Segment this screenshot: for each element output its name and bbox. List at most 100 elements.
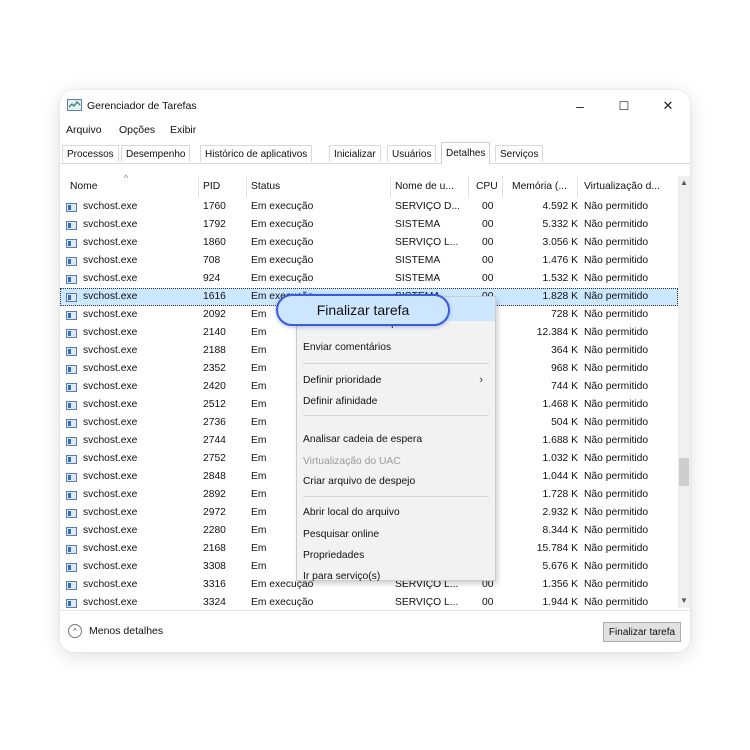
finalizar-tarefa-label: Finalizar tarefa xyxy=(316,302,410,318)
menu-arquivo[interactable]: Arquivo xyxy=(66,124,102,136)
chevron-right-icon: › xyxy=(479,374,483,386)
context-item-label: Analisar cadeia de espera xyxy=(303,434,423,445)
context-item[interactable]: Pesquisar online xyxy=(303,526,489,545)
cell-pid: 2188 xyxy=(203,345,226,356)
tab-inicializar[interactable]: Inicializar xyxy=(329,145,381,162)
vertical-scrollbar[interactable]: ▲ ▼ xyxy=(678,176,690,608)
cell-cpu: 00 xyxy=(482,597,494,608)
cell-memory: 504 K xyxy=(551,417,578,428)
cell-pid: 2512 xyxy=(203,399,226,410)
cell-status: Em xyxy=(251,435,267,446)
context-item[interactable]: Analisar cadeia de espera xyxy=(303,431,489,450)
context-item-finalizar-tarefa[interactable]: Finalizar tarefa xyxy=(276,294,450,326)
maximize-button[interactable]: ☐ xyxy=(602,94,646,118)
cell-memory: 5.332 K xyxy=(542,219,579,230)
cell-pid: 2848 xyxy=(203,471,226,482)
table-row[interactable]: svchost.exe 708 Em execução SISTEMA 00 1.476 … xyxy=(60,252,678,270)
cell-virtualization: Não permitido xyxy=(584,309,649,320)
context-item[interactable]: Definir prioridade › xyxy=(303,372,489,391)
table-row[interactable]: svchost.exe 1760 Em execução SERVIÇO D... 00… xyxy=(60,198,678,216)
column-header: ^ Nome PID Status Nome de u... CPU Memór… xyxy=(60,173,690,198)
cell-name: svchost.exe xyxy=(83,597,138,608)
context-item-label: Ir para serviço(s) xyxy=(303,571,381,582)
cell-name: svchost.exe xyxy=(83,345,138,356)
cell-status: Em execução xyxy=(251,255,314,266)
chevron-up-circle-icon[interactable]: ^ xyxy=(68,624,82,638)
context-item[interactable]: Criar arquivo de despejo xyxy=(303,473,489,492)
tab-processos[interactable]: Processos xyxy=(62,145,119,162)
col-pid[interactable]: PID xyxy=(203,181,220,192)
table-row[interactable]: svchost.exe 1860 Em execução SERVIÇO L... 00… xyxy=(60,234,678,252)
cell-virtualization: Não permitido xyxy=(584,219,649,230)
cell-virtualization: Não permitido xyxy=(584,525,649,536)
cell-user: SERVIÇO L... xyxy=(395,237,459,248)
cell-pid: 924 xyxy=(203,273,221,284)
table-row[interactable]: svchost.exe 924 Em execução SISTEMA 00 1.532 … xyxy=(60,270,678,288)
context-item[interactable]: Ir para serviço(s) xyxy=(303,568,489,587)
menu-exibir[interactable]: Exibir xyxy=(170,124,196,136)
cell-virtualization: Não permitido xyxy=(584,471,649,482)
table-row[interactable]: svchost.exe 1792 Em execução SISTEMA 00 5.332… xyxy=(60,216,678,234)
title-bar[interactable]: Gerenciador de Tarefas – ☐ ✕ xyxy=(60,90,690,122)
context-item[interactable]: Definir afinidade xyxy=(303,393,489,412)
cell-status: Em xyxy=(251,543,267,554)
cell-status: Em xyxy=(251,399,267,410)
cell-status: Em xyxy=(251,327,267,338)
scroll-up-icon[interactable]: ▲ xyxy=(678,176,690,190)
cell-status: Em xyxy=(251,345,267,356)
col-status[interactable]: Status xyxy=(251,181,280,192)
less-details-link[interactable]: Menos detalhes xyxy=(89,625,163,637)
tab-usuarios[interactable]: Usuários xyxy=(387,145,437,162)
col-usuario[interactable]: Nome de u... xyxy=(395,181,454,192)
window-icon xyxy=(66,221,77,230)
cell-virtualization: Não permitido xyxy=(584,489,649,500)
cell-virtualization: Não permitido xyxy=(584,417,649,428)
menu-opcoes[interactable]: Opções xyxy=(119,124,155,136)
window-icon xyxy=(66,491,77,500)
context-item-label: Criar arquivo de despejo xyxy=(303,476,416,487)
col-divider[interactable] xyxy=(390,176,391,198)
col-divider[interactable] xyxy=(246,176,247,198)
cell-name: svchost.exe xyxy=(83,435,138,446)
context-item[interactable]: Abrir local do arquivo xyxy=(303,504,489,523)
cell-pid: 2092 xyxy=(203,309,226,320)
tab-desempenho[interactable]: Desempenho xyxy=(121,145,191,162)
context-menu-separator xyxy=(303,415,489,416)
tab-servicos[interactable]: Serviços xyxy=(495,145,544,162)
tab-historico[interactable]: Histórico de aplicativos xyxy=(200,145,313,162)
cell-name: svchost.exe xyxy=(83,381,138,392)
window-icon xyxy=(66,473,77,482)
context-item[interactable]: Enviar comentários xyxy=(303,339,489,358)
col-divider[interactable] xyxy=(502,176,503,198)
window-icon xyxy=(66,257,77,266)
col-divider[interactable] xyxy=(577,176,578,198)
cell-virtualization: Não permitido xyxy=(584,273,649,284)
cell-virtualization: Não permitido xyxy=(584,201,649,212)
window-icon xyxy=(66,311,77,320)
cell-pid: 1792 xyxy=(203,219,226,230)
scroll-thumb[interactable] xyxy=(679,458,689,486)
cell-status: Em execução xyxy=(251,273,314,284)
col-virtualizacao[interactable]: Virtualização d... xyxy=(584,181,660,192)
context-item: Virtualização do UAC xyxy=(303,453,489,472)
end-task-button[interactable]: Finalizar tarefa xyxy=(603,622,681,642)
context-item[interactable]: Propriedades xyxy=(303,547,489,566)
cell-memory: 1.044 K xyxy=(542,471,579,482)
cell-pid: 1616 xyxy=(203,291,226,302)
window-icon xyxy=(66,365,77,374)
close-button[interactable]: ✕ xyxy=(646,94,690,118)
minimize-button[interactable]: – xyxy=(558,94,602,118)
tab-detalhes[interactable]: Detalhes xyxy=(441,142,491,164)
scroll-down-icon[interactable]: ▼ xyxy=(678,594,690,608)
col-divider[interactable] xyxy=(468,176,469,198)
col-nome[interactable]: Nome xyxy=(70,181,97,192)
cell-pid: 1760 xyxy=(203,201,226,212)
cell-virtualization: Não permitido xyxy=(584,399,649,410)
col-divider[interactable] xyxy=(198,176,199,198)
cell-name: svchost.exe xyxy=(83,255,138,266)
chevron-up-icon: ^ xyxy=(124,173,129,183)
cell-user: SISTEMA xyxy=(395,219,441,230)
cell-status: Em execução xyxy=(251,201,314,212)
col-memoria[interactable]: Memória (... xyxy=(512,181,567,192)
col-cpu[interactable]: CPU xyxy=(476,181,498,192)
